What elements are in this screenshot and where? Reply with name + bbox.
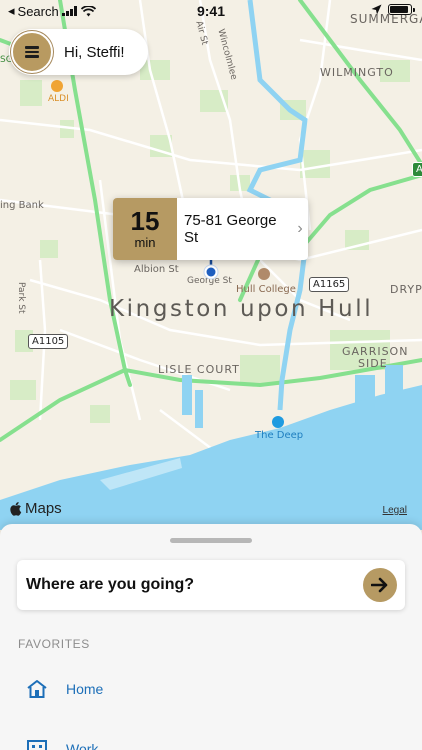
home-icon [27, 680, 47, 698]
area-label-side: SIDE [358, 357, 388, 370]
eta-unit: min [134, 235, 156, 250]
destination-search[interactable]: Where are you going? [17, 560, 405, 610]
menu-button[interactable] [11, 31, 53, 73]
poi-label-hull-college: Hull College [236, 284, 296, 295]
favorite-home[interactable]: Home [26, 679, 103, 699]
street-label-park: Park St [16, 282, 26, 314]
greeting-pill[interactable]: Hi, Steffi! [9, 29, 148, 75]
college-icon[interactable] [258, 268, 270, 280]
street-label-albion: Albion St [134, 264, 179, 275]
status-time: 9:41 [196, 3, 226, 19]
eta-badge: 15 min [113, 198, 177, 260]
maps-attribution-text: Maps [25, 500, 62, 517]
area-label-drypool: DRYP [390, 283, 422, 296]
chevron-right-icon: › [297, 220, 303, 237]
eta-minutes: 15 [130, 206, 160, 236]
maps-attribution: Maps [10, 500, 62, 517]
arrow-right-icon [371, 577, 388, 593]
battery-icon [388, 4, 415, 15]
sheet-grabber[interactable] [170, 538, 252, 543]
poi-label-aldi: ALDI [48, 94, 69, 104]
legal-link[interactable]: Legal [383, 505, 407, 516]
work-icon [27, 740, 47, 750]
favorites-title: FAVORITES [18, 637, 90, 651]
area-label-wilmington: WILMINGTO [320, 66, 394, 79]
status-right [371, 4, 415, 15]
favorite-work[interactable]: Work [26, 739, 98, 750]
apple-logo-icon [10, 502, 22, 516]
callout-address: 75-81 George St [184, 212, 277, 246]
go-button[interactable] [363, 568, 397, 602]
hamburger-icon [25, 44, 39, 60]
poi-label-the-deep: The Deep [255, 430, 304, 441]
road-shield-a1105: A1105 [28, 334, 69, 349]
aquarium-icon[interactable] [272, 416, 284, 428]
area-label-lisle-court: LISLE COURT [158, 363, 240, 376]
destination-prompt: Where are you going? [26, 576, 195, 593]
favorite-home-label: Home [66, 681, 104, 697]
street-label-spring-bank: ing Bank [0, 200, 44, 211]
shop-icon[interactable] [51, 80, 63, 92]
favorite-work-label: Work [66, 741, 99, 750]
eta-callout[interactable]: 15 min 75-81 George St › [113, 198, 308, 260]
bottom-sheet[interactable]: Where are you going? FAVORITES Home Work [0, 524, 422, 750]
road-shield-a1165: A1165 [309, 277, 350, 292]
map-view[interactable]: SUMMERGA WILMINGTO DRYP GARRISON SIDE LI… [0, 0, 422, 530]
greeting-text: Hi, Steffi! [64, 43, 125, 61]
status-bar: ◂ Search 9:41 [0, 0, 422, 22]
location-pin-icon[interactable] [201, 258, 221, 280]
city-label: Kingston upon Hull [109, 296, 374, 322]
road-shield-a: A [412, 162, 422, 177]
location-arrow-icon [371, 4, 382, 15]
